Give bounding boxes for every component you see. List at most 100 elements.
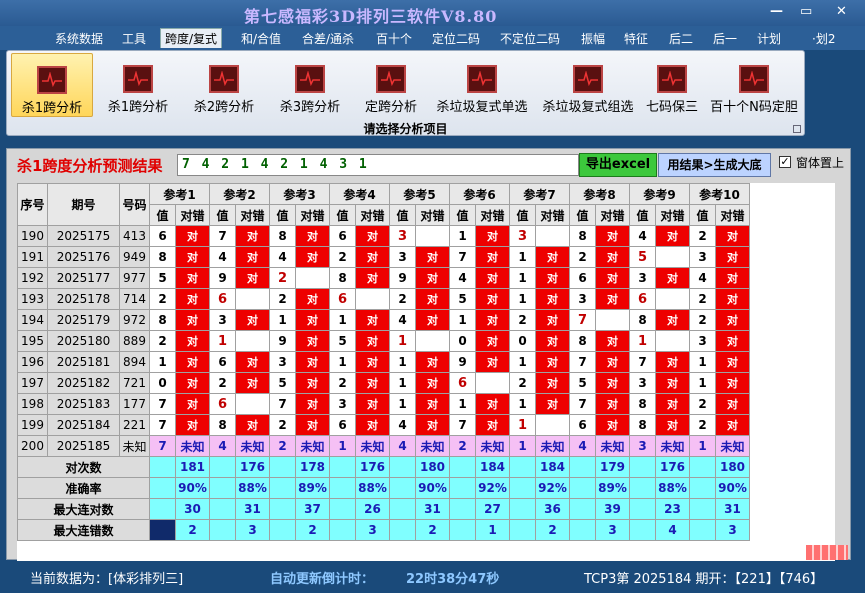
row-period: 2025185 — [47, 435, 120, 457]
ref-check-empty — [475, 372, 510, 394]
minimize-button[interactable]: — — [770, 4, 783, 19]
ref-value: 1 — [689, 351, 716, 373]
stats-spacer — [389, 477, 416, 499]
prediction-value: 4 — [389, 435, 416, 457]
row-number: 949 — [119, 246, 150, 268]
progress-indicator — [806, 545, 848, 560]
menu-hundreds-tens-ones[interactable]: 百十个 — [376, 30, 412, 47]
stats-value: 92% — [475, 477, 510, 499]
ref-value: 2 — [509, 372, 536, 394]
subheader-value: 值 — [209, 204, 236, 226]
ref-value: 4 — [209, 246, 236, 268]
ref-check-correct: 对 — [355, 246, 390, 268]
menu-plan-2[interactable]: ·划2 — [812, 30, 835, 47]
chart-icon — [573, 65, 603, 93]
stats-spacer — [449, 456, 476, 478]
ref-value: 9 — [449, 351, 476, 373]
ribbon-button-1[interactable]: 杀1跨分析 — [97, 53, 179, 117]
ribbon-button-4[interactable]: 定跨分析 — [355, 53, 427, 117]
menu-amplitude[interactable]: 振幅 — [581, 30, 605, 47]
restore-button[interactable]: ▭ — [800, 4, 812, 19]
ribbon-button-5[interactable]: 杀垃圾复式单选 — [431, 53, 533, 117]
chart-icon — [37, 66, 67, 94]
ref-value: 2 — [269, 414, 296, 436]
row-seq: 198 — [17, 393, 48, 415]
ref-check-correct: 对 — [655, 372, 690, 394]
ref-value: 7 — [629, 351, 656, 373]
stats-row: 准确率 90% 88% 89% 88% 90% 92% 92% 89% 88% 90% — [17, 477, 750, 499]
stats-spacer — [509, 477, 536, 499]
ref-value: 1 — [449, 225, 476, 247]
result-field[interactable]: 7 4 2 1 4 2 1 4 3 1 — [177, 154, 579, 176]
ribbon-button-label: 杀垃圾复式组选 — [542, 100, 634, 115]
menu-diff-kill[interactable]: 合差/通杀 — [302, 30, 354, 47]
stats-value: 92% — [535, 477, 570, 499]
stats-label: 最大连错数 — [17, 519, 150, 541]
ref-check-correct: 对 — [355, 372, 390, 394]
stats-row: 最大连对数 30 31 37 26 31 27 36 39 23 31 — [17, 498, 750, 520]
ref-check-correct: 对 — [355, 351, 390, 373]
subheader-check: 对错 — [355, 204, 390, 226]
prediction-unknown: 未知 — [295, 435, 330, 457]
ref-check-correct: 对 — [715, 288, 750, 310]
menu-plan[interactable]: 计划 — [757, 30, 781, 47]
ref-check-empty — [355, 288, 390, 310]
ref-value: 1 — [509, 414, 536, 436]
stats-spacer — [149, 477, 176, 499]
chart-icon — [209, 65, 239, 93]
stats-label: 准确率 — [17, 477, 150, 499]
menu-nonposition-two[interactable]: 不定位二码 — [500, 30, 560, 47]
prediction-unknown: 未知 — [655, 435, 690, 457]
ref-check-correct: 对 — [235, 246, 270, 268]
stats-spacer — [569, 498, 596, 520]
ref-value: 2 — [569, 246, 596, 268]
ref-check-correct: 对 — [475, 330, 510, 352]
generate-base-button[interactable]: 用结果>生成大底 — [658, 153, 771, 177]
ribbon-button-7[interactable]: 七码保三 — [641, 53, 703, 117]
ribbon-expand-icon[interactable] — [793, 125, 801, 133]
ref-check-correct: 对 — [175, 225, 210, 247]
close-button[interactable]: ✕ — [836, 4, 847, 19]
menu-sum[interactable]: 和/合值 — [241, 30, 281, 47]
ref-check-correct: 对 — [715, 267, 750, 289]
ref-value: 5 — [569, 372, 596, 394]
ref-value: 3 — [389, 225, 416, 247]
stats-spacer — [209, 519, 236, 541]
ref-value: 3 — [209, 309, 236, 331]
stats-value: 36 — [535, 498, 570, 520]
prediction-value: 7 — [149, 435, 176, 457]
ref-check-correct: 对 — [715, 309, 750, 331]
ref-check-correct: 对 — [535, 288, 570, 310]
menu-features[interactable]: 特征 — [624, 30, 648, 47]
menu-system-data[interactable]: 系统数据 — [55, 30, 103, 47]
ref-value: 2 — [329, 246, 356, 268]
topmost-checkbox[interactable]: ✓ — [779, 156, 791, 168]
ref-value: 6 — [149, 225, 176, 247]
subheader-value: 值 — [629, 204, 656, 226]
ribbon-button-0[interactable]: 杀1跨分析 — [11, 53, 93, 117]
stats-spacer — [329, 519, 356, 541]
menu-back-two[interactable]: 后二 — [669, 30, 693, 47]
ribbon-button-6[interactable]: 杀垃圾复式组选 — [537, 53, 639, 117]
menu-tools[interactable]: 工具 — [122, 30, 146, 47]
ribbon-button-3[interactable]: 杀3跨分析 — [269, 53, 351, 117]
ribbon-button-2[interactable]: 杀2跨分析 — [183, 53, 265, 117]
ref-check-correct: 对 — [595, 414, 630, 436]
ribbon-button-8[interactable]: 百十个N码定胆 — [707, 53, 801, 117]
menu-span-compound[interactable]: 跨度/复式 — [160, 28, 223, 48]
ref-check-correct: 对 — [535, 246, 570, 268]
ref-value: 2 — [149, 330, 176, 352]
ref-check-correct: 对 — [175, 351, 210, 373]
menu-back-one[interactable]: 后一 — [713, 30, 737, 47]
stats-spacer — [209, 456, 236, 478]
chart-icon — [467, 65, 497, 93]
ref-check-correct: 对 — [355, 330, 390, 352]
export-excel-button[interactable]: 导出excel — [579, 153, 657, 177]
menu-position-two[interactable]: 定位二码 — [432, 30, 480, 47]
ref-value: 1 — [389, 393, 416, 415]
prediction-unknown: 未知 — [535, 435, 570, 457]
subheader-value: 值 — [269, 204, 296, 226]
row-number: 977 — [119, 267, 150, 289]
ref-check-correct: 对 — [655, 414, 690, 436]
stats-value: 37 — [295, 498, 330, 520]
